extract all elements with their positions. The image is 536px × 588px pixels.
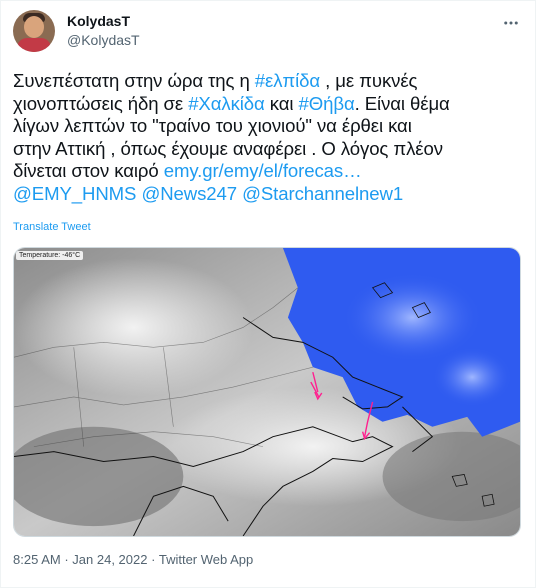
tweet-client: Twitter Web App [158, 552, 254, 567]
tweet-timestamp[interactable]: 8:25 AM · Jan 24, 2022 · Twitter Web App [13, 552, 253, 567]
mention-starchannel[interactable]: @Starchannelnew1 [242, 183, 403, 204]
tweet-time: 8:25 AM [13, 552, 61, 567]
mention-news247[interactable]: @News247 [141, 183, 237, 204]
separator: · [64, 552, 69, 567]
hashtag-chalkida[interactable]: #Χαλκίδα [188, 93, 265, 114]
tweet-line-1: Συνεπέστατη στην ώρα της η #ελπίδα , με … [13, 70, 418, 91]
user-handle[interactable]: @KolydasT [67, 32, 140, 48]
avatar[interactable] [13, 10, 55, 52]
tweet-date: Jan 24, 2022 [72, 552, 148, 567]
tweet-line-5: δίνεται στον καιρό emy.gr/emy/el/forecas… [13, 160, 362, 181]
translate-tweet-link[interactable]: Translate Tweet [13, 221, 91, 233]
tweet-line-4: στην Αττική , όπως έχουμε αναφέρει . Ο λ… [13, 137, 443, 159]
hashtag-thiva[interactable]: #Θήβα [299, 93, 355, 114]
tweet-line-3: λίγων λεπτών το "τραίνο του χιονιού" να … [13, 115, 412, 136]
display-name[interactable]: KolydasT [67, 13, 130, 29]
mention-emy[interactable]: @EMY_HNMS [13, 183, 136, 204]
tweet-link[interactable]: emy.gr/emy/el/forecas… [164, 160, 362, 181]
map-temperature-label: Temperature: -46°C [16, 251, 84, 260]
weather-map-image[interactable]: Temperature: -46°C [13, 247, 521, 537]
more-icon[interactable] [501, 13, 521, 33]
hashtag-elpida[interactable]: #ελπίδα [255, 70, 320, 91]
tweet-line-6: @EMY_HNMS @News247 @Starchannelnew1 [13, 183, 525, 206]
tweet-line-2: χιονοπτώσεις ήδη σε #Χαλκίδα και #Θήβα. … [13, 92, 450, 114]
tweet-card: KolydasT @KolydasT Συνεπέστατη στην ώρα … [0, 0, 536, 588]
separator: · [151, 552, 156, 567]
tweet-text: Συνεπέστατη στην ώρα της η #ελπίδα , με … [13, 70, 525, 205]
